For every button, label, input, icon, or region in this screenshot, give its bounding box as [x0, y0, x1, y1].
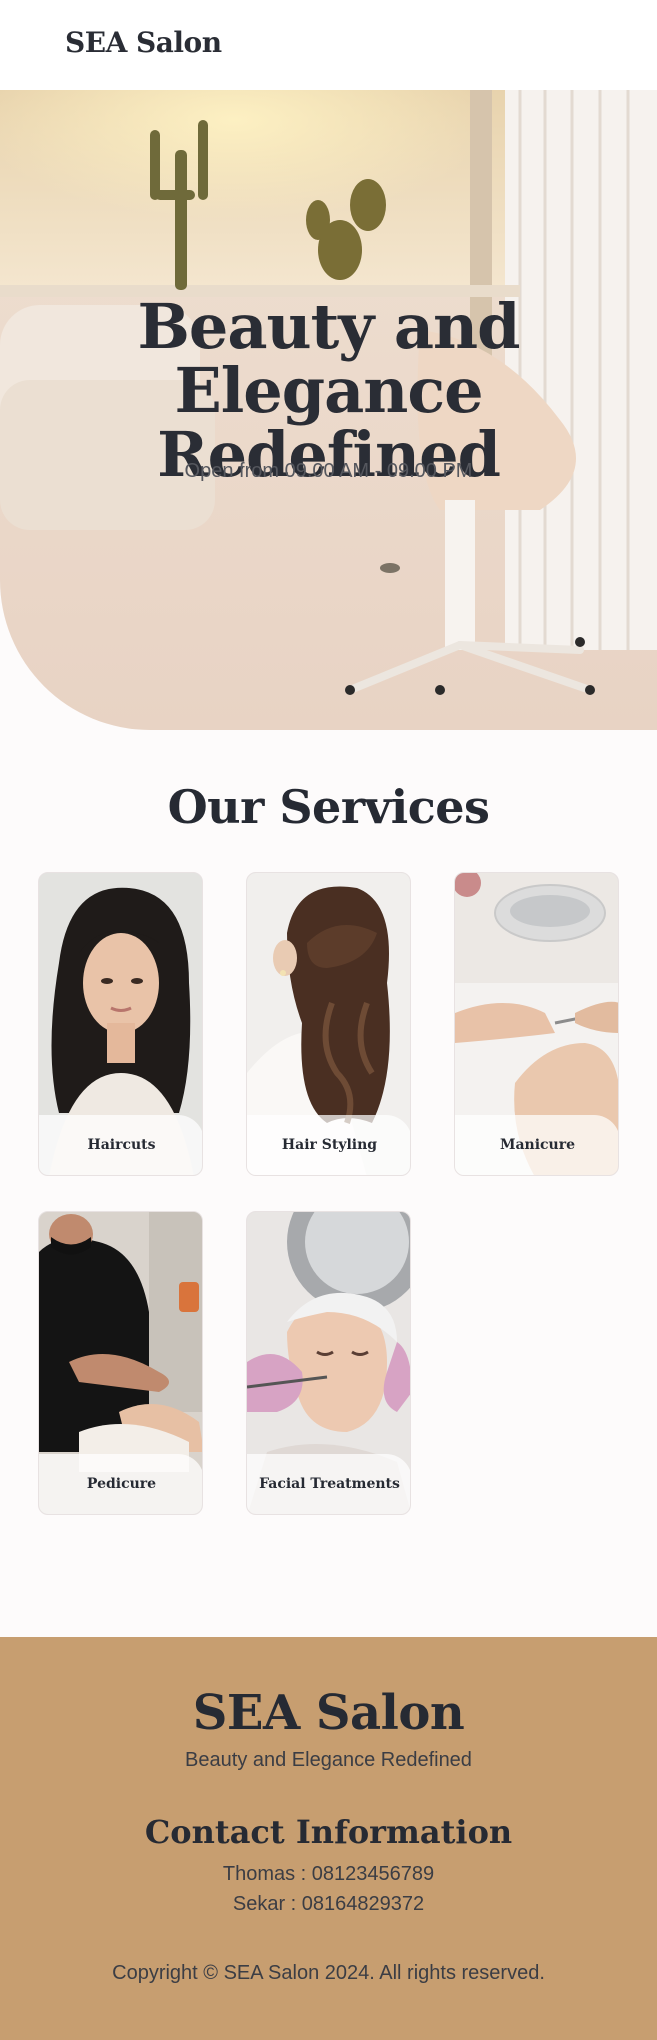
brand-logo-link[interactable]: SEA Salon: [65, 26, 222, 59]
hero-title: Beauty and Elegance Redefined: [0, 295, 657, 487]
footer: SEA Salon Beauty and Elegance Redefined …: [0, 1637, 657, 2040]
service-label: Facial Treatments: [247, 1454, 410, 1514]
services-title: Our Services: [167, 780, 490, 834]
navbar: SEA Salon: [0, 0, 657, 90]
service-label: Hair Styling: [247, 1115, 410, 1175]
service-card-manicure[interactable]: Manicure: [454, 872, 619, 1176]
service-card-pedicure[interactable]: Pedicure: [38, 1211, 203, 1515]
service-card-haircuts[interactable]: Haircuts: [38, 872, 203, 1176]
service-card-facial-treatments[interactable]: Facial Treatments: [246, 1211, 411, 1515]
hero-title-line1: Beauty and: [137, 290, 521, 363]
contact-title: Contact Information: [144, 1813, 513, 1851]
service-label: Pedicure: [39, 1454, 202, 1514]
service-card-hair-styling[interactable]: Hair Styling: [246, 872, 411, 1176]
footer-tagline: Beauty and Elegance Redefined: [185, 1749, 472, 1771]
service-label: Haircuts: [39, 1115, 202, 1175]
copyright: Copyright © SEA Salon 2024. All rights r…: [112, 1962, 545, 1984]
opening-hours: Open from 09.00 AM - 09.00 PM: [184, 460, 473, 482]
hero-section: Beauty and Elegance Redefined Open from …: [0, 90, 657, 730]
contact-line-thomas: Thomas : 08123456789: [222, 1863, 435, 1885]
footer-brand: SEA Salon: [192, 1685, 465, 1741]
contact-line-sekar: Sekar : 08164829372: [232, 1893, 425, 1915]
service-label: Manicure: [455, 1115, 618, 1175]
